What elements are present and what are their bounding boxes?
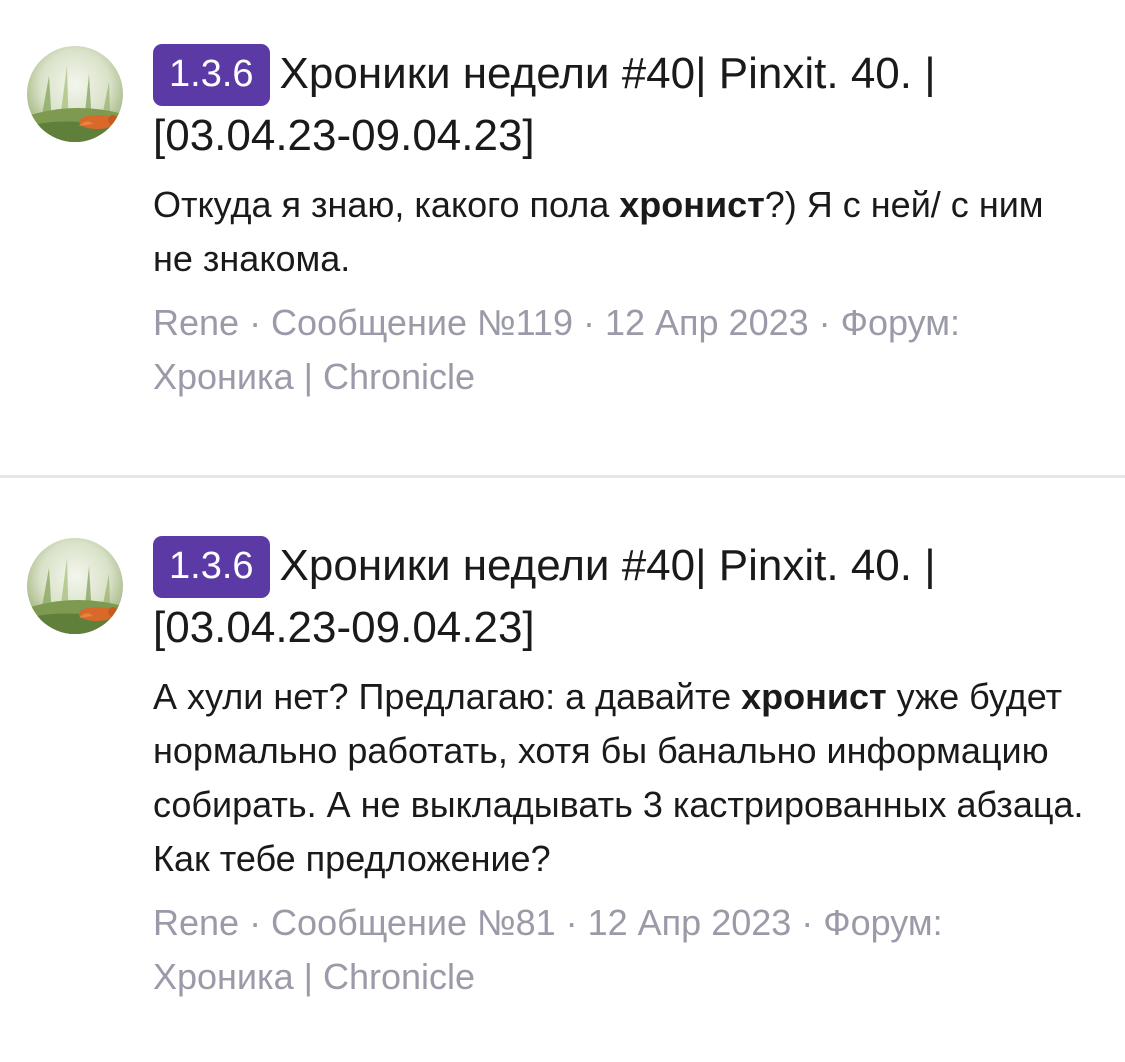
avatar-fox-icon bbox=[27, 538, 123, 634]
search-result[interactable]: 1.3.6 Хроники недели #40| Pinxit. 40. | [… bbox=[0, 0, 1125, 476]
section-badge[interactable]: 1.3.6 bbox=[153, 536, 270, 598]
message-excerpt: Откуда я знаю, какого пола хронист?) Я с… bbox=[153, 178, 1093, 286]
section-badge[interactable]: 1.3.6 bbox=[153, 44, 270, 106]
avatar-fox-icon bbox=[27, 46, 123, 142]
message-meta: Rene · Сообщение №81 · 12 Апр 2023 · Фор… bbox=[153, 902, 943, 997]
message-meta: Rene · Сообщение №119 · 12 Апр 2023 · Фо… bbox=[153, 302, 960, 397]
search-highlight: хронист bbox=[619, 184, 765, 225]
excerpt-text: А хули нет? Предлагаю: а давайте bbox=[153, 676, 742, 717]
avatar[interactable] bbox=[27, 46, 123, 142]
excerpt-text: Откуда я знаю, какого пола bbox=[153, 184, 620, 225]
search-highlight: хронист bbox=[741, 676, 887, 717]
topic-title-link[interactable]: Хроники недели #40| Pinxit. 40. | [03.04… bbox=[153, 541, 936, 652]
search-result[interactable]: 1.3.6 Хроники недели #40| Pinxit. 40. | [… bbox=[0, 478, 1125, 1062]
avatar[interactable] bbox=[27, 538, 123, 634]
topic-title-link[interactable]: Хроники недели #40| Pinxit. 40. | [03.04… bbox=[153, 49, 936, 160]
message-excerpt: А хули нет? Предлагаю: а давайте хронист… bbox=[153, 670, 1093, 886]
